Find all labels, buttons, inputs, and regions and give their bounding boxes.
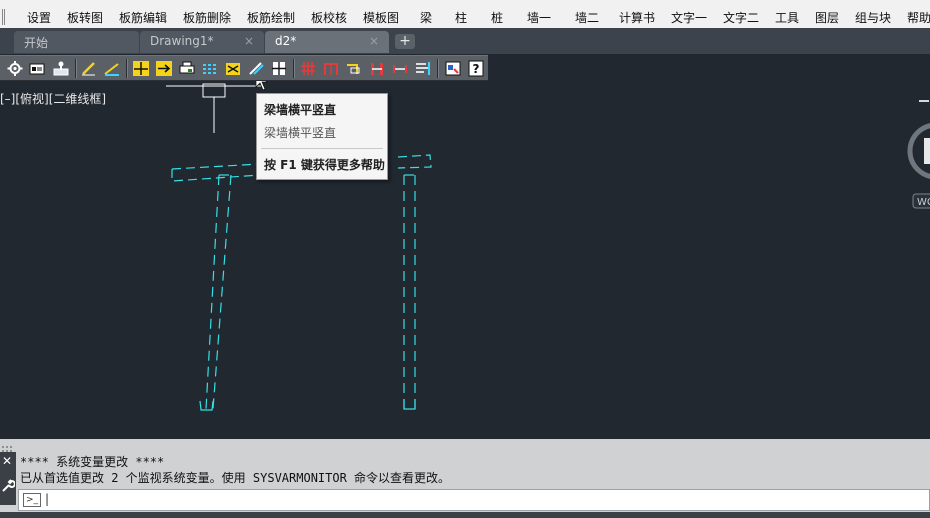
close-icon[interactable]: ✕ — [2, 454, 12, 468]
tooltip-title: 梁墙横平竖直 — [264, 103, 337, 117]
menu-help[interactable]: 帮助 — [907, 10, 930, 26]
drawing-canvas[interactable]: [–][俯视][二维线框] W — [0, 81, 930, 439]
tab-drawing1[interactable]: Drawing1* × — [140, 31, 264, 53]
menu-formwork[interactable]: 模板图 — [363, 10, 399, 26]
menu-pile[interactable]: 桩 — [491, 10, 503, 26]
frame-icon[interactable] — [322, 60, 340, 77]
column-right — [403, 174, 416, 409]
custom-toolbar: ? — [0, 55, 488, 81]
grid-icon[interactable] — [299, 60, 317, 77]
menu-bar: 设置 板转图 板筋编辑 板筋删除 板筋绘制 板校核 模板图 梁 柱 桩 墙一 墙… — [0, 0, 930, 29]
menu-slab-check[interactable]: 板校核 — [311, 10, 347, 26]
column-left — [205, 174, 232, 410]
align-icon[interactable] — [414, 60, 432, 77]
rebar-yellow-icon[interactable] — [224, 60, 242, 77]
menu-layers[interactable]: 图层 — [815, 10, 839, 26]
close-icon[interactable]: × — [369, 34, 379, 48]
span-icon[interactable] — [391, 60, 409, 77]
print-icon[interactable] — [178, 60, 196, 77]
toolbar-separator — [126, 59, 128, 78]
history-line: **** 系统变量更改 **** — [20, 455, 165, 469]
command-history: **** 系统变量更改 **** 已从首选值更改 2 个监视系统变量。使用 SYS… — [20, 454, 450, 486]
menu-settings[interactable]: 设置 — [27, 10, 51, 26]
command-side-bar: ✕ — [0, 452, 16, 505]
new-tab-button[interactable]: + — [395, 34, 415, 49]
arrow-right-icon[interactable] — [155, 60, 173, 77]
tool-tooltip: 梁墙横平竖直 梁墙横平竖直 按 F1 键获得更多帮助 — [256, 93, 388, 180]
menu-wall-2[interactable]: 墙二 — [575, 10, 599, 26]
toolbar-separator — [293, 59, 295, 78]
gear-icon[interactable] — [6, 60, 24, 77]
tooltip-help-hint: 按 F1 键获得更多帮助 — [264, 158, 385, 172]
svg-text:?: ? — [473, 62, 480, 76]
menu-slab-rebar-delete[interactable]: 板筋删除 — [183, 10, 231, 26]
tooltip-description: 梁墙横平竖直 — [264, 126, 337, 140]
menu-wall-1[interactable]: 墙一 — [527, 10, 551, 26]
tab-d2[interactable]: d2* × — [265, 31, 389, 53]
command-line-panel: ✕ **** 系统变量更改 **** 已从首选值更改 2 个监视系统变量。使用 S… — [0, 439, 930, 518]
close-icon[interactable]: × — [244, 34, 254, 48]
dim-cross-icon[interactable] — [132, 60, 150, 77]
tab-start[interactable]: 开始 — [14, 31, 139, 53]
bend-icon[interactable] — [345, 60, 363, 77]
beam-wall-vertical-icon[interactable] — [247, 60, 265, 77]
column-right-base — [403, 399, 416, 410]
toolbar-separator — [437, 59, 439, 78]
menu-slab-rebar-draw[interactable]: 板筋绘制 — [247, 10, 295, 26]
help-icon[interactable]: ? — [467, 60, 485, 77]
tooltip-divider — [261, 148, 383, 149]
document-tab-bar: 开始 Drawing1* × d2* × — [0, 28, 930, 54]
cut-icon[interactable] — [270, 60, 288, 77]
viewcube[interactable]: WC — [907, 123, 930, 209]
menu-slab-rebar-edit[interactable]: 板筋编辑 — [119, 10, 167, 26]
menu-tools[interactable]: 工具 — [775, 10, 799, 26]
slope-icon[interactable] — [103, 60, 121, 77]
viewcube-label: WC — [917, 197, 930, 208]
menu-grip — [2, 9, 5, 25]
drawing-geometry: WC — [166, 81, 930, 411]
menu-text-2[interactable]: 文字二 — [723, 10, 759, 26]
menu-group-block[interactable]: 组与块 — [855, 10, 891, 26]
red-pillars-icon[interactable] — [368, 60, 386, 77]
crosshair-cursor — [166, 83, 262, 133]
wrench-icon[interactable] — [1, 478, 15, 492]
tab-label: Drawing1* — [150, 34, 214, 48]
menu-calc-report[interactable]: 计算书 — [619, 10, 655, 26]
toolbar-separator — [75, 59, 77, 78]
command-prompt-icon[interactable]: >_ — [23, 493, 41, 507]
layout-tabs-strip — [0, 512, 930, 518]
menu-slab-to-drawing[interactable]: 板转图 — [67, 10, 103, 26]
edit-line-icon[interactable] — [80, 60, 98, 77]
menu-text-1[interactable]: 文字一 — [671, 10, 707, 26]
text-caret: | — [45, 492, 50, 506]
report-icon[interactable] — [444, 60, 462, 77]
tab-label: d2* — [275, 34, 297, 48]
mouse-pointer-icon — [255, 81, 268, 91]
dashed-lines-icon[interactable] — [201, 60, 219, 77]
command-panel-grip[interactable] — [0, 439, 16, 452]
menu-column[interactable]: 柱 — [455, 10, 467, 26]
history-line: 已从首选值更改 2 个监视系统变量。使用 SYSVARMONITOR 命令以查看… — [20, 471, 451, 485]
command-input[interactable]: >_ | — [18, 489, 930, 511]
menu-beam[interactable]: 梁 — [420, 10, 432, 26]
figure-icon[interactable] — [52, 60, 70, 77]
tab-label: 开始 — [24, 36, 49, 50]
layout-icon[interactable] — [28, 60, 46, 77]
